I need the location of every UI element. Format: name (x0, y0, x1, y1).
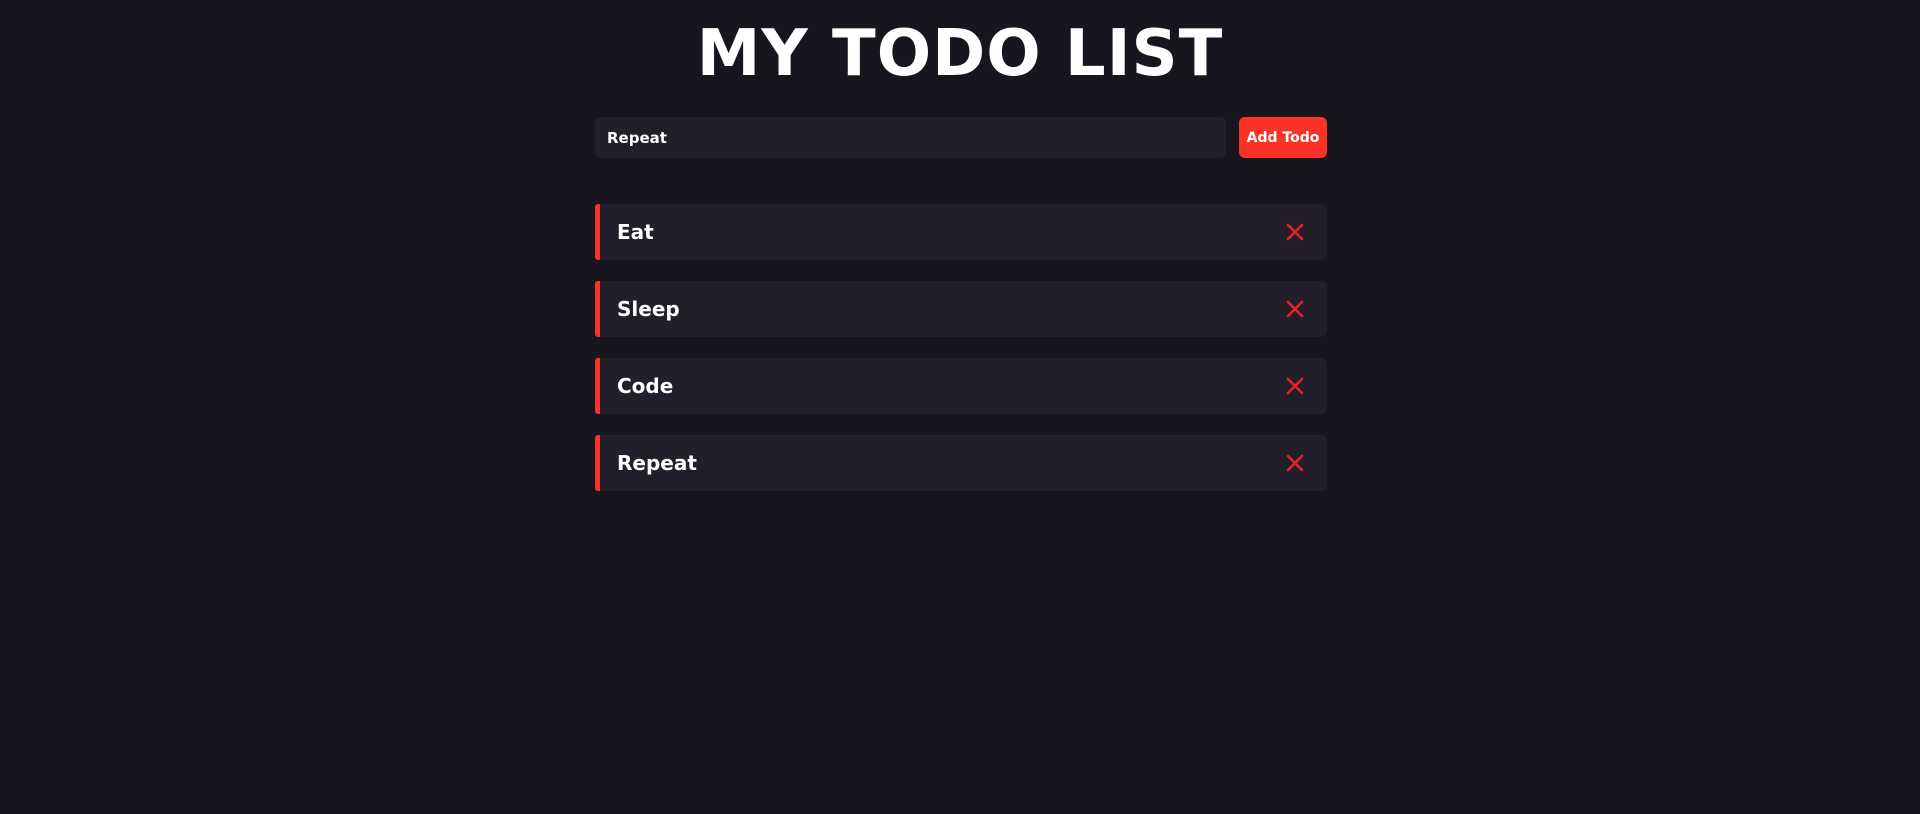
todo-input[interactable] (595, 117, 1226, 158)
close-icon (1286, 300, 1304, 318)
page-title: MY TODO LIST (696, 17, 1224, 91)
todo-item-text: Sleep (617, 297, 680, 321)
todo-list: Eat Sleep Code Repeat (595, 204, 1327, 512)
todo-item: Eat (595, 204, 1327, 260)
todo-item-text: Code (617, 374, 674, 398)
todo-app: MY TODO LIST Add Todo Eat Sleep Code (0, 0, 1920, 814)
close-icon (1286, 454, 1304, 472)
todo-item: Repeat (595, 435, 1327, 491)
delete-todo-button[interactable] (1281, 449, 1309, 477)
todo-item: Sleep (595, 281, 1327, 337)
todo-item-text: Repeat (617, 451, 697, 475)
add-todo-form: Add Todo (595, 117, 1327, 158)
delete-todo-button[interactable] (1281, 372, 1309, 400)
delete-todo-button[interactable] (1281, 295, 1309, 323)
close-icon (1286, 223, 1304, 241)
delete-todo-button[interactable] (1281, 218, 1309, 246)
close-icon (1286, 377, 1304, 395)
todo-item-text: Eat (617, 220, 654, 244)
add-todo-button[interactable]: Add Todo (1239, 117, 1327, 158)
todo-item: Code (595, 358, 1327, 414)
